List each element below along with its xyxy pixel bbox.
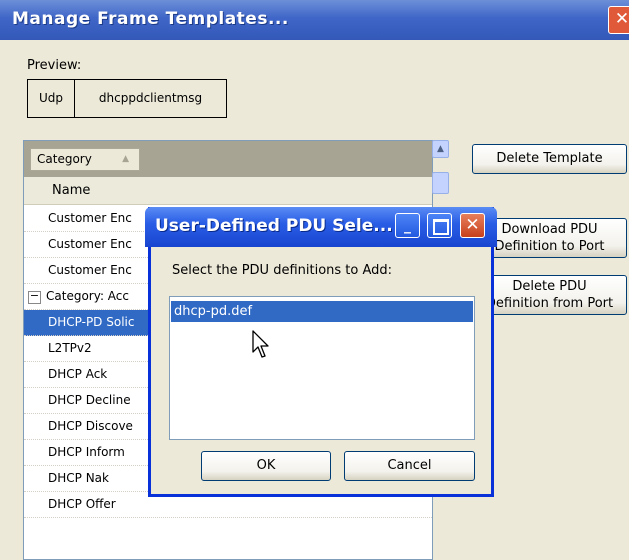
category-group-chip[interactable]: Category ▲ — [30, 148, 140, 171]
preview-label: Preview: — [27, 58, 82, 73]
pdu-definitions-list[interactable]: dhcp-pd.def — [169, 296, 475, 440]
delete-pdu-definition-button[interactable]: Delete PDU Definition from Port — [472, 275, 627, 315]
category-chip-label: Category — [37, 152, 92, 166]
name-column-header[interactable]: Name — [24, 177, 432, 205]
sort-ascending-icon: ▲ — [122, 154, 129, 164]
preview-box: Udp dhcppdclientmsg — [27, 79, 227, 118]
pdu-list-item-selected[interactable]: dhcp-pd.def — [171, 301, 473, 322]
grid-scrollbar-thumb[interactable] — [432, 172, 449, 194]
dialog-close-button[interactable]: ✕ — [460, 213, 485, 238]
delete-template-button[interactable]: Delete Template — [472, 144, 627, 174]
mouse-pointer-icon — [252, 330, 269, 358]
preview-cell-message: dhcppdclientmsg — [98, 91, 203, 105]
maximize-button[interactable] — [427, 213, 452, 238]
delete-pdu-label-line2: Definition from Port — [485, 296, 614, 311]
name-column-header-label: Name — [52, 183, 91, 198]
delete-pdu-label-line1: Delete PDU — [512, 279, 587, 294]
grid-scroll-up-button[interactable]: ▲ — [432, 140, 449, 158]
ok-button[interactable]: OK — [201, 451, 331, 481]
collapse-icon[interactable]: − — [28, 290, 41, 304]
minimize-button[interactable]: _ — [395, 213, 420, 238]
main-window-close-button[interactable]: ✕ — [608, 6, 629, 34]
dialog-title: User-Defined PDU Sele... — [155, 216, 393, 236]
main-window-title: Manage Frame Templates... — [12, 9, 289, 29]
preview-cell-protocol: Udp — [28, 80, 75, 117]
dialog-prompt: Select the PDU definitions to Add: — [172, 263, 393, 278]
group-by-bar: Category ▲ — [24, 141, 432, 177]
cancel-button[interactable]: Cancel — [344, 451, 475, 481]
dialog-titlebar[interactable]: User-Defined PDU Sele... _ ✕ — [145, 207, 497, 247]
maximize-icon — [433, 219, 449, 235]
